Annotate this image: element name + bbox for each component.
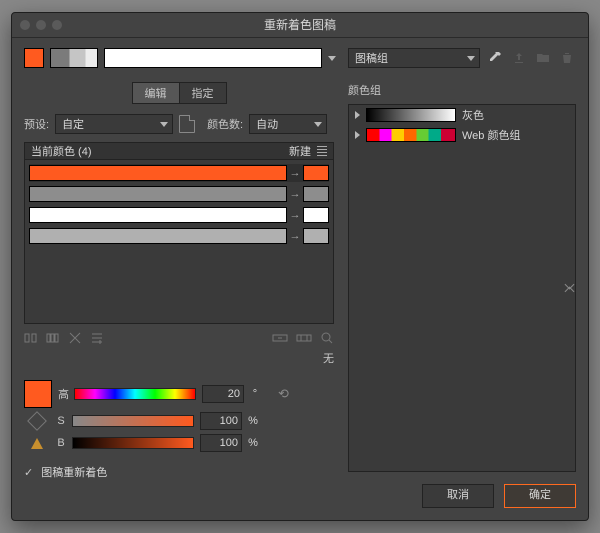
current-color-bar[interactable]	[29, 165, 287, 181]
recolor-label: 图稿重新着色	[41, 464, 107, 480]
disclosure-triangle-icon[interactable]	[355, 111, 360, 119]
save-group-icon	[510, 49, 528, 67]
new-color-chip[interactable]	[303, 207, 329, 223]
tab-assign[interactable]: 指定	[180, 82, 227, 104]
chevron-down-icon	[160, 122, 168, 127]
current-color-bar[interactable]	[29, 207, 287, 223]
group-name: 灰色	[462, 107, 484, 123]
chevron-down-icon[interactable]	[328, 56, 336, 61]
ok-button[interactable]: 确定	[504, 484, 576, 508]
traffic-close-icon[interactable]	[20, 20, 30, 30]
window-title: 重新着色图稿	[264, 18, 336, 32]
color-groups-title: 颜色组	[348, 82, 576, 98]
degree-icon: °	[250, 388, 260, 400]
color-group-item[interactable]: 灰色	[349, 105, 575, 125]
dialog-body: 图稿组 编辑 指定	[12, 38, 588, 520]
titlebar: 重新着色图稿	[12, 13, 588, 38]
color-groups-list: 灰色 Web 颜色组	[348, 104, 576, 472]
find-icon[interactable]	[320, 331, 334, 345]
global-color-icon	[27, 411, 47, 431]
sat-label: S	[56, 415, 66, 427]
preset-row: 预设: 自定 颜色数: 自动	[24, 114, 334, 134]
group-swatch-strip	[366, 128, 456, 142]
group-name: Web 颜色组	[462, 127, 520, 143]
arrow-right-icon[interactable]: →	[287, 167, 303, 179]
target-group-value: 图稿组	[355, 50, 388, 66]
target-group-dropdown[interactable]: 图稿组	[348, 48, 480, 68]
hsb-controls: 高 ° ⟲ S %	[24, 380, 334, 456]
new-row-icon[interactable]	[90, 331, 104, 345]
color-count-value: 自动	[256, 116, 278, 132]
color-group-strip[interactable]	[104, 48, 322, 68]
list-tools	[24, 330, 334, 346]
bri-slider[interactable]	[72, 437, 194, 449]
new-colors-label: 新建	[289, 143, 311, 159]
mode-tabs: 编辑 指定	[24, 82, 334, 104]
sat-unit: %	[248, 415, 258, 427]
check-icon	[24, 466, 35, 479]
chevron-down-icon	[314, 122, 322, 127]
left-panel: 编辑 指定 预设: 自定 颜色数: 自动	[24, 82, 334, 480]
recolor-checkbox[interactable]: 图稿重新着色	[24, 464, 334, 480]
active-color-swatch[interactable]	[24, 48, 44, 68]
right-panel: 颜色组 灰色 Web 颜色组	[348, 82, 576, 480]
none-label: 无	[24, 350, 334, 366]
color-row[interactable]: →	[29, 206, 329, 224]
dialog-buttons: 取消 确定	[422, 484, 576, 508]
hsb-swatch[interactable]	[24, 380, 52, 408]
color-group-item[interactable]: Web 颜色组	[349, 125, 575, 145]
arrow-right-icon[interactable]: →	[287, 209, 303, 221]
current-color-bar[interactable]	[29, 186, 287, 202]
new-color-chip[interactable]	[303, 186, 329, 202]
color-row[interactable]: →	[29, 185, 329, 203]
reset-icon[interactable]: ⟲	[278, 386, 289, 402]
sat-input[interactable]	[200, 412, 242, 430]
bri-unit: %	[248, 437, 258, 449]
merge-icon[interactable]	[24, 331, 38, 345]
color-list-header: 当前颜色 (4) 新建	[24, 142, 334, 159]
tab-edit[interactable]: 编辑	[132, 82, 180, 104]
window-controls	[20, 20, 62, 30]
hue-input[interactable]	[202, 385, 244, 403]
preset-dropdown[interactable]: 自定	[55, 114, 173, 134]
eyedropper-icon[interactable]	[486, 49, 504, 67]
current-color-bar[interactable]	[29, 228, 287, 244]
preset-label: 预设:	[24, 116, 49, 132]
bri-label: B	[56, 437, 66, 449]
hue-label: 高	[58, 386, 68, 402]
preset-value: 自定	[62, 116, 84, 132]
traffic-max-icon[interactable]	[52, 20, 62, 30]
folder-icon	[534, 49, 552, 67]
arrow-right-icon[interactable]: →	[287, 230, 303, 242]
color-list: → → → →	[24, 159, 334, 324]
chevron-down-icon	[467, 56, 475, 61]
sat-slider[interactable]	[72, 415, 194, 427]
cancel-button[interactable]: 取消	[422, 484, 494, 508]
link-h-icon[interactable]	[272, 331, 288, 345]
preset-options-icon[interactable]	[179, 115, 195, 133]
link-s-icon[interactable]	[296, 331, 312, 345]
separate-icon[interactable]	[46, 331, 60, 345]
recolor-artwork-dialog: 重新着色图稿 图稿组	[11, 12, 589, 521]
color-count-dropdown[interactable]: 自动	[249, 114, 327, 134]
trash-icon	[558, 49, 576, 67]
color-row[interactable]: →	[29, 164, 329, 182]
hue-slider[interactable]	[74, 388, 196, 400]
traffic-min-icon[interactable]	[36, 20, 46, 30]
out-of-gamut-icon[interactable]	[31, 438, 43, 449]
exclude-icon[interactable]	[68, 331, 82, 345]
new-color-chip[interactable]	[303, 228, 329, 244]
bri-input[interactable]	[200, 434, 242, 452]
scroll-down-icon[interactable]	[565, 280, 575, 290]
new-color-chip[interactable]	[303, 165, 329, 181]
colors-label: 颜色数:	[207, 116, 243, 132]
top-toolbar: 图稿组	[24, 48, 576, 68]
artwork-preview-swatch[interactable]	[50, 48, 98, 68]
group-swatch-strip	[366, 108, 456, 122]
flyout-menu-icon[interactable]	[317, 146, 327, 156]
arrow-right-icon[interactable]: →	[287, 188, 303, 200]
disclosure-triangle-icon[interactable]	[355, 131, 360, 139]
color-row[interactable]: →	[29, 227, 329, 245]
current-colors-label: 当前颜色 (4)	[31, 143, 92, 159]
